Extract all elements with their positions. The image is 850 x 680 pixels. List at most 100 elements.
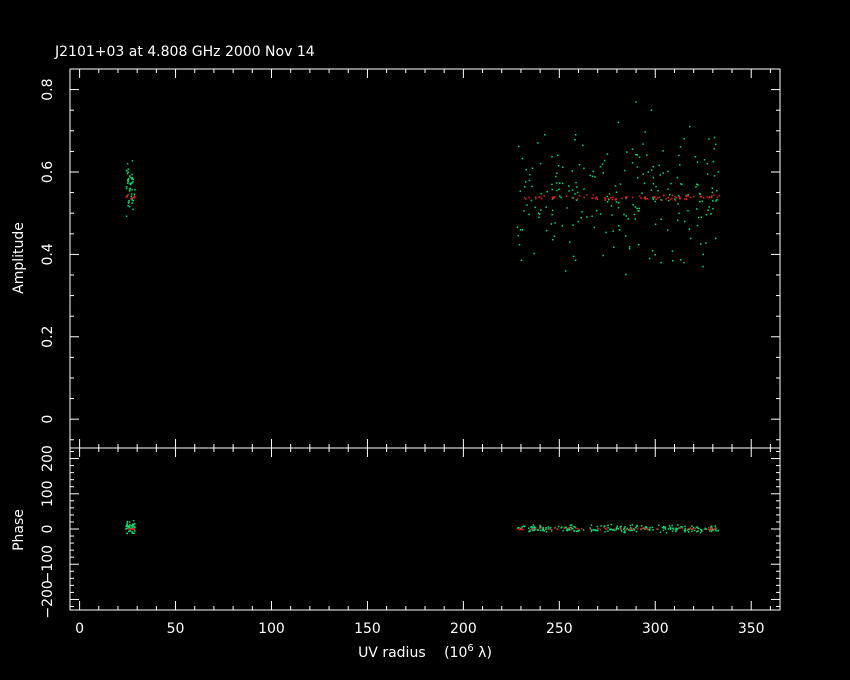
observed-point (607, 524, 609, 527)
observed-point (676, 527, 679, 530)
observed-point (659, 174, 661, 176)
observed-point (612, 230, 614, 232)
observed-point (528, 179, 531, 182)
observed-point (561, 225, 564, 227)
observed-point (676, 529, 678, 531)
observed-point (713, 136, 716, 139)
observed-point (671, 259, 674, 262)
observed-point (591, 215, 593, 217)
model-point (535, 198, 537, 200)
observed-point (575, 199, 578, 201)
model-point (554, 527, 556, 529)
model-point (524, 198, 527, 200)
observed-point (650, 189, 653, 191)
observed-point (570, 526, 572, 528)
observed-point (666, 229, 669, 231)
y-tick-label: 200 (40, 445, 56, 472)
observed-point (129, 183, 131, 185)
model-point (130, 528, 132, 531)
observed-point (696, 161, 699, 163)
observed-point (638, 243, 640, 246)
model-point (586, 194, 588, 196)
amplitude-frame (69, 68, 781, 449)
y-tick-label: 0.8 (40, 78, 56, 100)
observed-point (608, 193, 611, 195)
observed-point (696, 208, 698, 210)
model-point (595, 196, 598, 199)
model-point (629, 528, 632, 530)
model-point (656, 528, 658, 530)
y-tick-label: 0.2 (40, 326, 56, 348)
observed-point (675, 530, 677, 533)
observed-point (131, 526, 133, 529)
observed-point (665, 532, 668, 534)
observed-point (619, 526, 621, 528)
observed-point (580, 217, 582, 219)
observed-point (706, 162, 709, 165)
model-point (703, 528, 705, 531)
observed-point (650, 169, 653, 171)
amplitude-ylabel: Amplitude (11, 222, 27, 294)
observed-point (133, 523, 136, 525)
model-point (710, 196, 713, 198)
observed-point (658, 164, 660, 167)
x-tick-label: 300 (642, 621, 669, 637)
observed-point (660, 261, 662, 264)
observed-point (699, 532, 702, 534)
observed-point (663, 527, 665, 529)
observed-point (667, 188, 669, 190)
observed-point (547, 528, 550, 530)
observed-point (625, 273, 627, 276)
observed-point (705, 213, 708, 216)
model-point (532, 528, 535, 530)
observed-point (699, 200, 701, 203)
observed-point (566, 529, 568, 532)
amplitude-ticks: 0 0.2 0.4 0.6 0.8 (40, 78, 780, 441)
observed-point (517, 234, 520, 237)
observed-point (657, 524, 660, 527)
observed-point (539, 529, 542, 532)
observed-point (696, 224, 699, 227)
observed-point (592, 170, 595, 173)
model-point (611, 198, 614, 201)
observed-point (613, 246, 615, 249)
observed-point (519, 229, 522, 231)
amplitude-points (125, 101, 721, 276)
observed-point (635, 526, 637, 529)
observed-point (699, 192, 701, 195)
observed-point (578, 164, 581, 166)
observed-point (619, 183, 622, 185)
observed-point (544, 134, 546, 136)
observed-point (714, 525, 716, 527)
observed-point (529, 173, 531, 176)
observed-point (602, 172, 604, 174)
x-tick-label: 100 (258, 621, 285, 637)
observed-point (664, 526, 667, 528)
model-point (646, 528, 648, 530)
observed-point (609, 528, 612, 530)
observed-point (569, 524, 572, 526)
observed-point (537, 142, 539, 144)
y-tick-label: 100 (40, 480, 56, 507)
observed-point (643, 182, 646, 185)
observed-point (667, 528, 670, 530)
observed-point (599, 213, 602, 215)
phase-panel: −200−100 0 100 200 Phase (11, 445, 781, 619)
model-point (710, 527, 713, 530)
observed-point (524, 186, 526, 188)
observed-point (131, 532, 134, 534)
model-point (604, 199, 607, 201)
model-point (665, 198, 667, 200)
observed-point (545, 526, 547, 529)
model-point (674, 195, 676, 198)
observed-point (649, 527, 651, 529)
model-point (519, 528, 521, 531)
observed-point (623, 213, 625, 216)
observed-point (126, 172, 129, 175)
observed-point (652, 182, 655, 185)
model-point (520, 528, 523, 531)
observed-point (644, 131, 646, 133)
observed-point (716, 198, 718, 201)
observed-point (618, 229, 621, 231)
model-point (126, 196, 128, 198)
